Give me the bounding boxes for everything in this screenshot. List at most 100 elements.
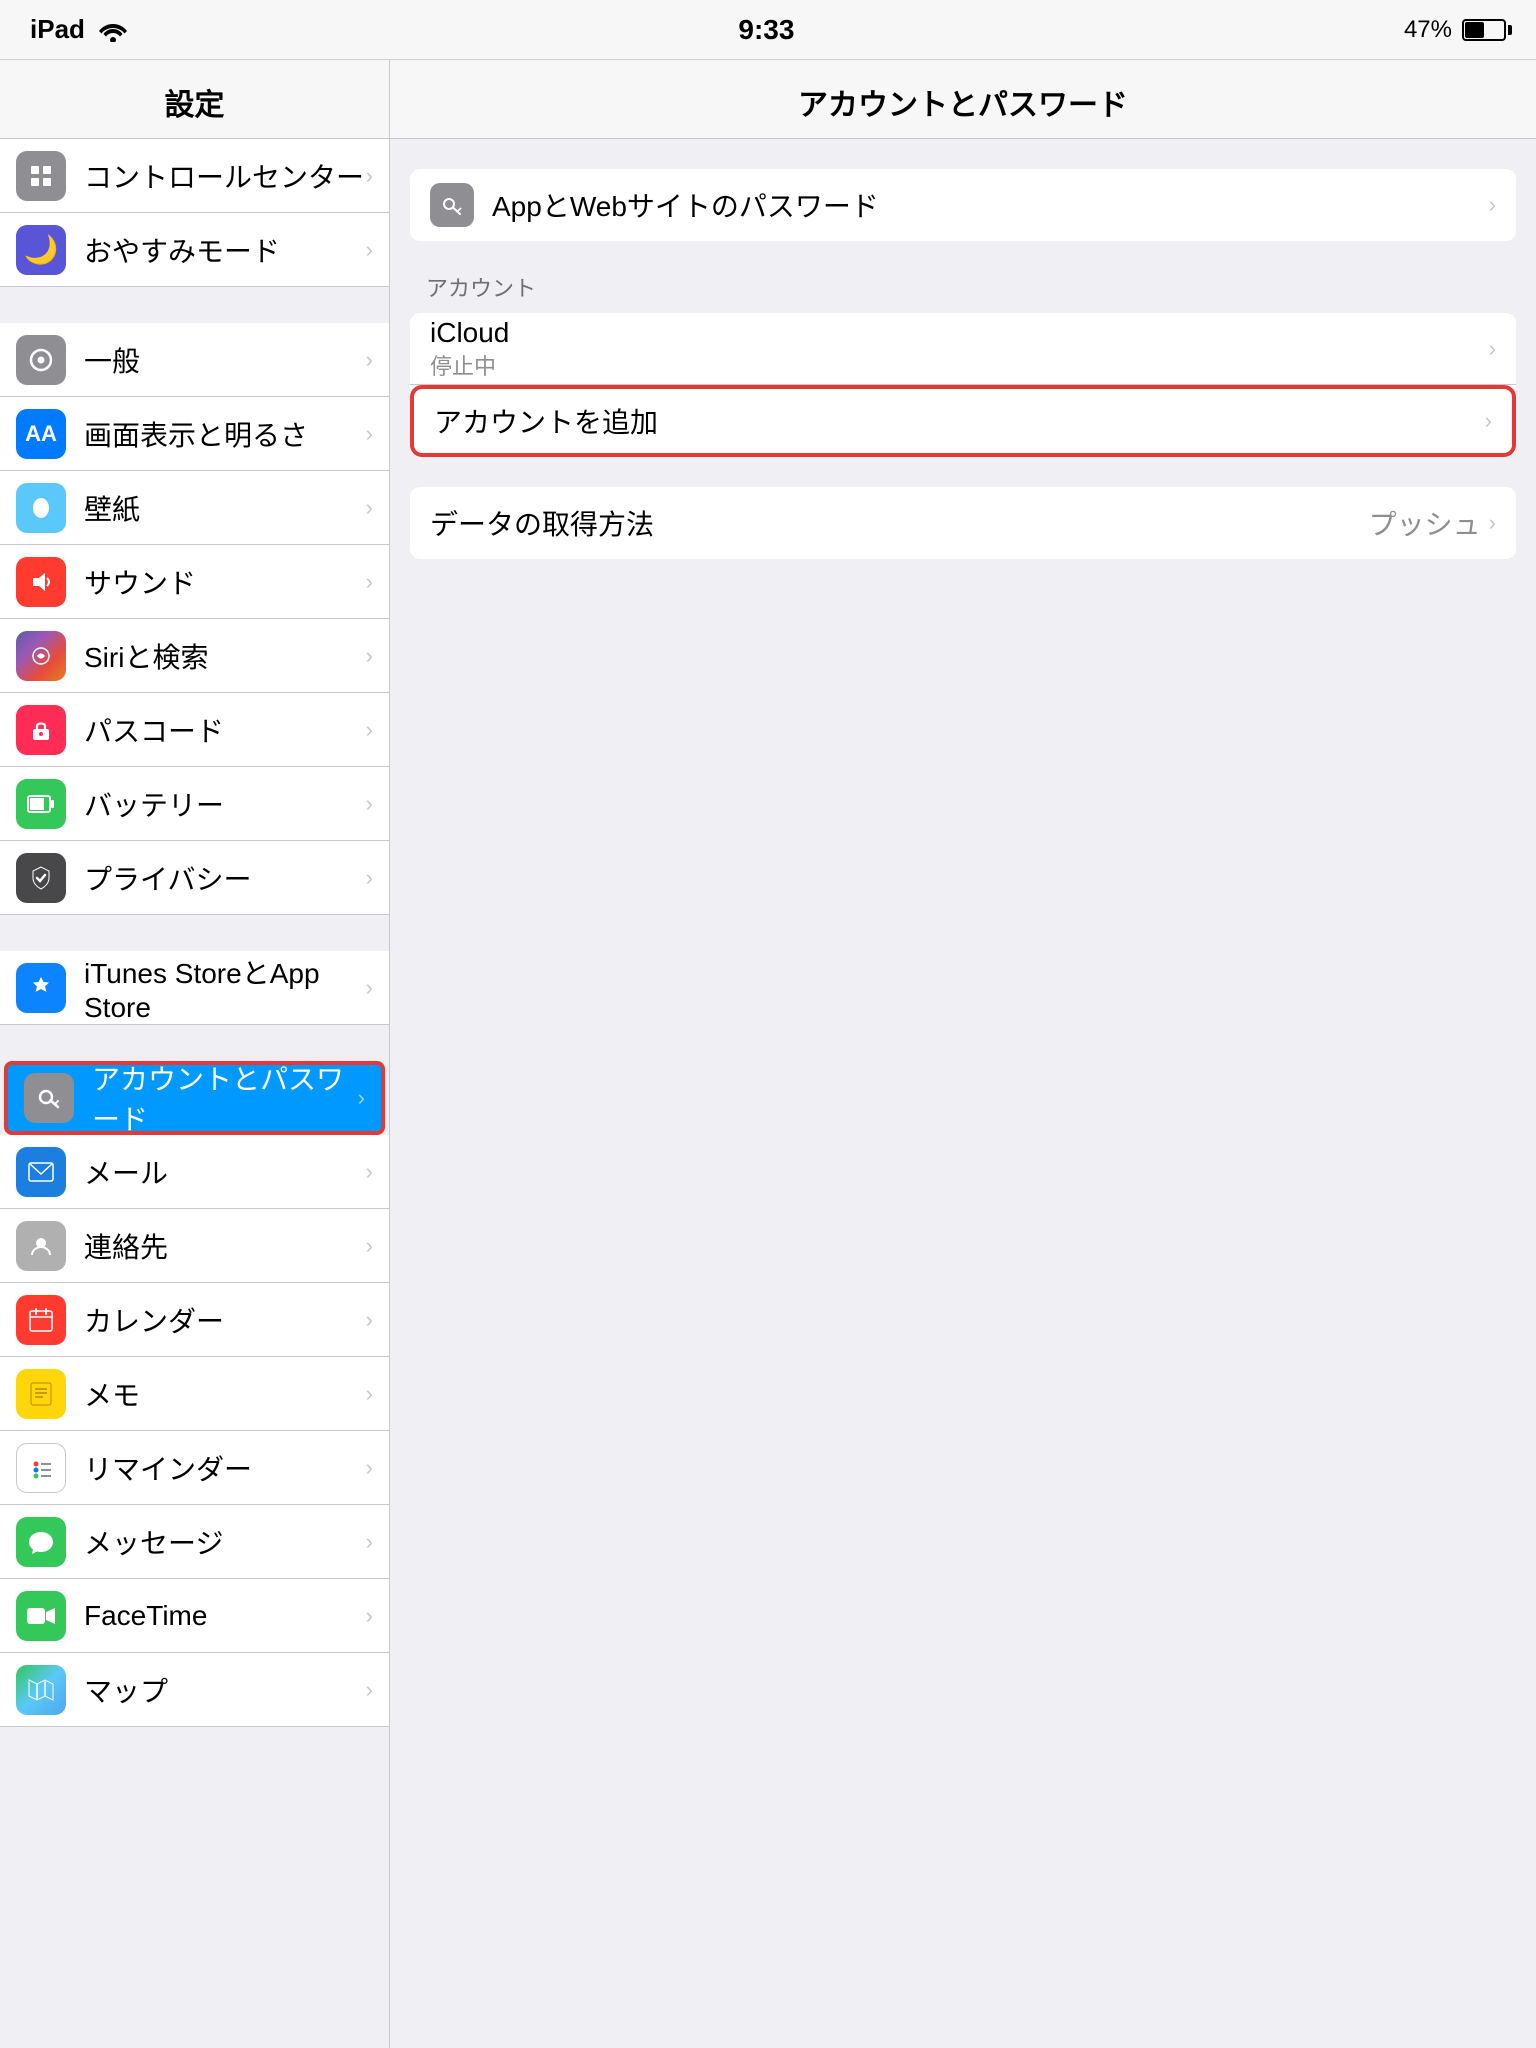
wallpaper-icon [16, 483, 66, 533]
notes-icon [16, 1369, 66, 1419]
accounts-passwords-icon [24, 1073, 74, 1123]
sidebar-item-display-label: 画面表示と明るさ [84, 414, 308, 454]
sidebar-item-notes[interactable]: メモ › [0, 1357, 389, 1431]
sidebar-item-maps[interactable]: マップ › [0, 1653, 389, 1727]
right-accounts-card: iCloud 停止中 › アカウントを追加 › [410, 313, 1516, 457]
sidebar-item-facetime[interactable]: FaceTime › [0, 1579, 389, 1653]
right-accounts-section: アカウント iCloud 停止中 › アカウントを追加 › [410, 271, 1516, 457]
chevron-icon: › [366, 717, 373, 743]
right-password-row-text: AppとWebサイトのパスワード [492, 185, 1489, 225]
mail-icon [16, 1147, 66, 1197]
sidebar-item-dnd-label: おやすみモード [84, 230, 280, 270]
sidebar-item-battery[interactable]: バッテリー › [0, 767, 389, 841]
display-icon: AA [16, 409, 66, 459]
chevron-icon: › [366, 1381, 373, 1407]
sidebar-item-siri-label: Siriと検索 [84, 636, 208, 676]
sidebar-item-privacy[interactable]: プライバシー › [0, 841, 389, 915]
sidebar-item-calendar[interactable]: カレンダー › [0, 1283, 389, 1357]
reminders-icon [16, 1443, 66, 1493]
sidebar-item-notes-label: メモ [84, 1374, 140, 1414]
sidebar-item-maps-label: マップ [84, 1670, 168, 1710]
sidebar-item-accounts-label: アカウントとパスワード [92, 1058, 365, 1138]
chevron-icon: › [366, 1233, 373, 1259]
wifi-icon [97, 18, 129, 42]
chevron-icon: › [358, 1085, 365, 1111]
chevron-icon: › [366, 347, 373, 373]
chevron-icon: › [366, 163, 373, 189]
sidebar-item-siri[interactable]: Siriと検索 › [0, 619, 389, 693]
facetime-icon [16, 1591, 66, 1641]
password-row-icon [430, 183, 474, 227]
sidebar-item-battery-label: バッテリー [84, 784, 224, 824]
maps-icon [16, 1665, 66, 1715]
sidebar-item-wallpaper[interactable]: 壁紙 › [0, 471, 389, 545]
sidebar-item-mail[interactable]: メール › [0, 1135, 389, 1209]
siri-icon [16, 631, 66, 681]
right-icloud-subtitle: 停止中 [430, 349, 1496, 381]
sidebar-section-3: iTunes StoreとApp Store › [0, 951, 389, 1025]
right-add-account-row[interactable]: アカウントを追加 › [410, 385, 1516, 457]
appstore-icon [16, 963, 66, 1013]
right-add-account-chevron: › [1485, 408, 1492, 434]
sidebar-section-1: コントロールセンター › 🌙 おやすみモード › [0, 139, 389, 287]
sidebar-section-4: アカウントとパスワード › メール › 連絡先 › [0, 1061, 389, 1727]
calendar-icon [16, 1295, 66, 1345]
right-accounts-section-label: アカウント [410, 271, 1516, 303]
sidebar-item-accounts-passwords[interactable]: アカウントとパスワード › [4, 1061, 385, 1135]
chevron-icon: › [366, 1529, 373, 1555]
sidebar-item-contacts[interactable]: 連絡先 › [0, 1209, 389, 1283]
chevron-icon: › [366, 643, 373, 669]
right-datafetch-row[interactable]: データの取得方法 プッシュ › [410, 487, 1516, 559]
status-time: 9:33 [738, 14, 794, 46]
chevron-icon: › [366, 1603, 373, 1629]
battery-setting-icon [16, 779, 66, 829]
passcode-icon [16, 705, 66, 755]
sidebar-item-display[interactable]: AA 画面表示と明るさ › [0, 397, 389, 471]
right-panel: アカウントとパスワード AppとWebサイトのパスワード › アカウント [390, 60, 1536, 2048]
sidebar-header: 設定 [0, 60, 389, 139]
right-password-card: AppとWebサイトのパスワード › [410, 169, 1516, 241]
chevron-icon: › [366, 791, 373, 817]
right-password-row[interactable]: AppとWebサイトのパスワード › [410, 169, 1516, 241]
sidebar-item-sounds[interactable]: サウンド › [0, 545, 389, 619]
chevron-icon: › [366, 865, 373, 891]
sidebar-title: 設定 [165, 89, 225, 122]
sidebar-item-passcode[interactable]: パスコード › [0, 693, 389, 767]
right-icloud-title: iCloud [430, 317, 1496, 349]
sidebar-item-passcode-label: パスコード [84, 710, 224, 750]
chevron-icon: › [366, 569, 373, 595]
sidebar-gap-3 [0, 1025, 389, 1061]
main-container: 設定 コントロールセンター › 🌙 おやすみモード › [0, 60, 1536, 2048]
sounds-icon [16, 557, 66, 607]
right-icloud-row[interactable]: iCloud 停止中 › [410, 313, 1516, 385]
sidebar-item-calendar-label: カレンダー [84, 1300, 224, 1340]
right-panel-title: アカウントとパスワード [798, 89, 1128, 122]
right-add-account-title: アカウントを追加 [434, 401, 1485, 441]
status-left: iPad [30, 14, 129, 45]
right-datafetch-title: データの取得方法 [430, 503, 1369, 543]
sidebar-item-control-center-label: コントロールセンター [84, 156, 364, 196]
sidebar-item-itunes-label: iTunes StoreとApp Store [84, 952, 373, 1024]
right-icloud-chevron: › [1489, 336, 1496, 362]
sidebar-item-itunes-appstore[interactable]: iTunes StoreとApp Store › [0, 951, 389, 1025]
sidebar-item-do-not-disturb[interactable]: 🌙 おやすみモード › [0, 213, 389, 287]
sidebar-item-reminders-label: リマインダー [84, 1448, 252, 1488]
sidebar: 設定 コントロールセンター › 🌙 おやすみモード › [0, 60, 390, 2048]
sidebar-item-reminders[interactable]: リマインダー › [0, 1431, 389, 1505]
chevron-icon: › [366, 421, 373, 447]
chevron-icon: › [366, 1455, 373, 1481]
sidebar-section-2: 一般 › AA 画面表示と明るさ › 壁紙 › [0, 323, 389, 915]
sidebar-item-general[interactable]: 一般 › [0, 323, 389, 397]
sidebar-item-messages-label: メッセージ [84, 1522, 223, 1562]
sidebar-gap-2 [0, 915, 389, 951]
sidebar-item-mail-label: メール [84, 1152, 168, 1192]
chevron-icon: › [366, 975, 373, 1001]
sidebar-item-sounds-label: サウンド [84, 562, 196, 602]
sidebar-item-messages[interactable]: メッセージ › [0, 1505, 389, 1579]
right-datafetch-chevron: › [1489, 510, 1496, 536]
chevron-icon: › [366, 495, 373, 521]
sidebar-item-facetime-label: FaceTime [84, 1600, 207, 1632]
battery-percent: 47% [1404, 16, 1452, 44]
chevron-icon: › [366, 1677, 373, 1703]
sidebar-item-control-center[interactable]: コントロールセンター › [0, 139, 389, 213]
